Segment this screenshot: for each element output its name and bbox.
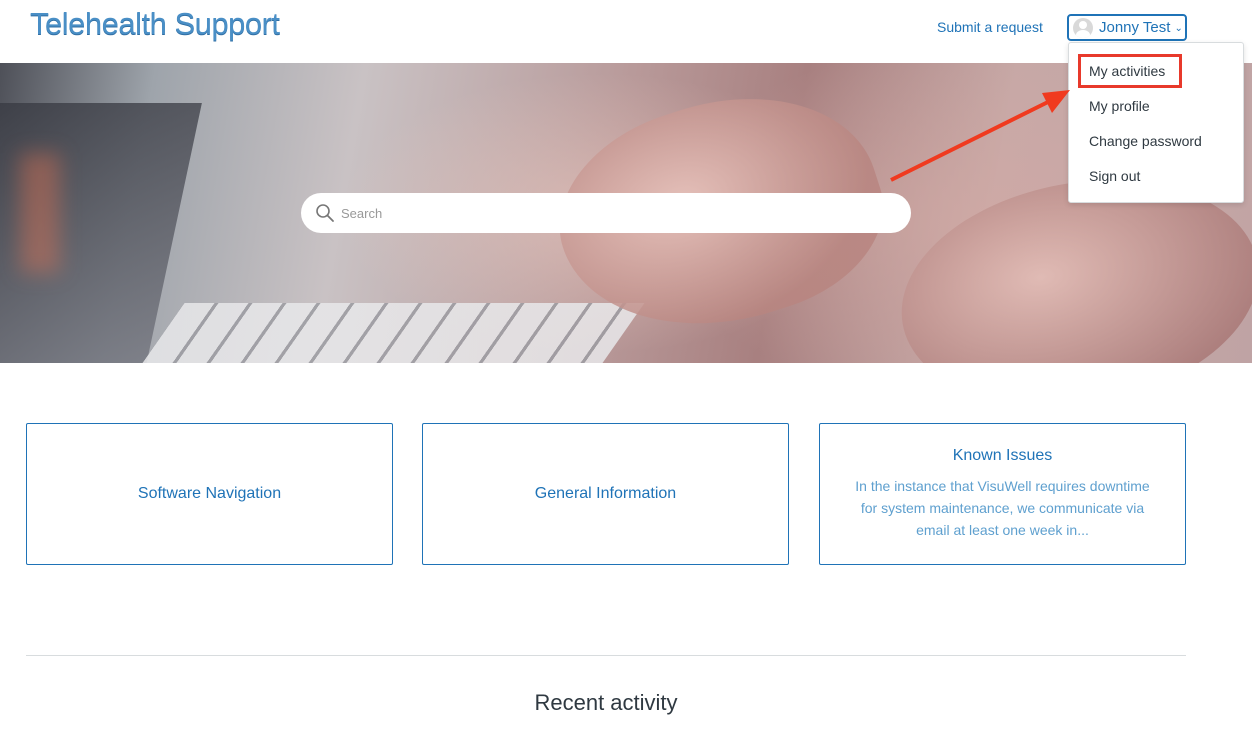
site-logo[interactable]: Telehealth Support: [30, 6, 280, 42]
category-title: Software Navigation: [137, 485, 282, 502]
category-card-general-information[interactable]: General Information: [422, 423, 789, 565]
user-name: Jonny Test: [1099, 19, 1171, 36]
category-title: Known Issues: [952, 447, 1053, 464]
section-divider: [26, 655, 1186, 656]
submit-request-link[interactable]: Submit a request: [937, 19, 1043, 35]
hero-keyboard-shape: [135, 303, 645, 363]
user-avatar-icon: [1073, 17, 1093, 38]
search-bar[interactable]: [301, 193, 911, 233]
category-card-known-issues[interactable]: Known Issues In the instance that VisuWe…: [819, 423, 1186, 565]
hero-screen-glow: [20, 153, 60, 273]
annotation-highlight-box: [1078, 54, 1182, 88]
search-icon: [316, 204, 334, 222]
search-input[interactable]: [341, 205, 881, 221]
menu-item-my-profile[interactable]: My profile: [1089, 98, 1150, 114]
menu-item-change-password[interactable]: Change password: [1089, 133, 1202, 149]
recent-activity-heading: Recent activity: [534, 690, 678, 715]
category-description: In the instance that VisuWell requires d…: [855, 478, 1150, 538]
user-menu-button[interactable]: Jonny Test ⌄: [1067, 14, 1187, 41]
menu-item-sign-out[interactable]: Sign out: [1089, 168, 1140, 184]
chevron-down-icon: ⌄: [1174, 23, 1183, 34]
category-card-software-navigation[interactable]: Software Navigation: [26, 423, 393, 565]
site-header: Telehealth Support Submit a request Jonn…: [0, 0, 1252, 63]
category-title: General Information: [534, 485, 677, 502]
